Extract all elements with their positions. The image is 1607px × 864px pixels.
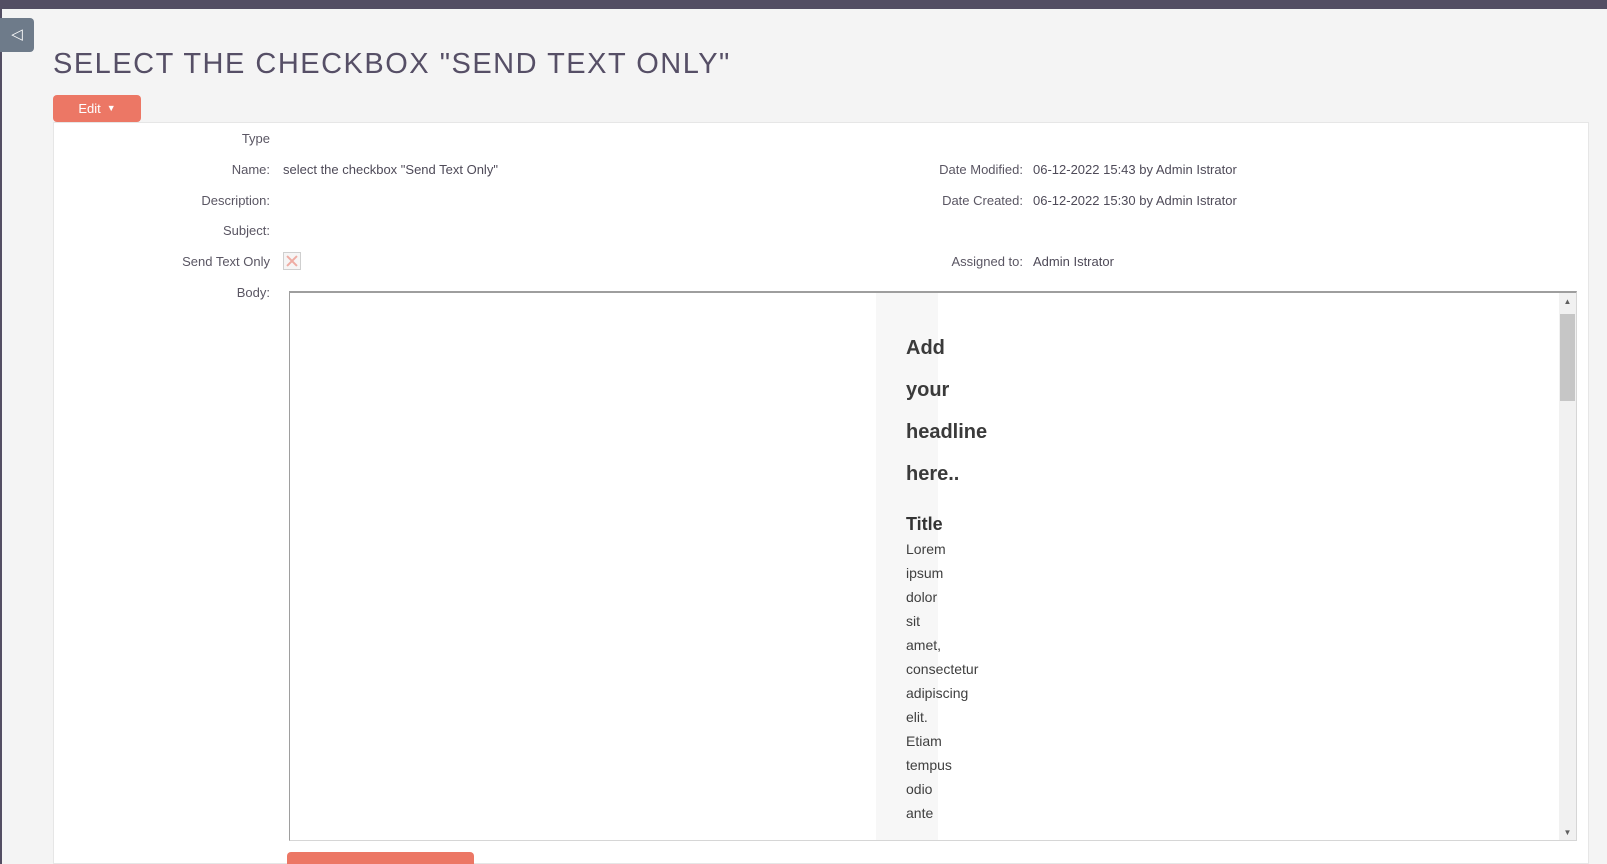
body-scrollbar[interactable]: ▲ ▼ — [1559, 293, 1576, 840]
field-value-name: select the checkbox "Send Text Only" — [283, 162, 498, 177]
field-label-body: Body: — [236, 285, 270, 300]
email-paragraph: Lorem ipsum dolor sit amet, consectetur … — [906, 537, 1166, 825]
field-label-send-text-only: Send Text Only — [182, 254, 270, 269]
field-value-date-created: 06-12-2022 15:30 by Admin Istrator — [1033, 193, 1237, 208]
field-label-type: Type — [241, 131, 270, 146]
back-icon: ◁ — [11, 26, 23, 43]
field-label-subject: Subject: — [223, 223, 270, 238]
scroll-up-icon[interactable]: ▲ — [1559, 293, 1576, 310]
field-label-name: Name: — [231, 162, 270, 177]
body-preview-frame: Add your headline here.. Title Lorem ips… — [289, 291, 1577, 841]
headline-word: your — [906, 379, 950, 401]
edit-button[interactable]: Edit ▼ — [53, 95, 141, 122]
field-value-assigned-to: Admin Istrator — [1033, 254, 1114, 269]
chevron-down-icon: ▼ — [106, 103, 116, 113]
paragraph-word: sit — [906, 613, 920, 629]
field-label-description: Description: — [201, 193, 270, 208]
field-value-date-modified: 06-12-2022 15:43 by Admin Istrator — [1033, 162, 1237, 177]
top-bar — [0, 0, 1607, 9]
paragraph-word: ipsum — [906, 565, 944, 581]
scrollbar-thumb[interactable] — [1560, 314, 1575, 401]
edit-button-label: Edit — [78, 101, 101, 116]
headline-word: headline — [906, 421, 988, 443]
bottom-action-button[interactable] — [287, 852, 474, 864]
paragraph-word: odio — [906, 781, 933, 797]
scroll-down-icon[interactable]: ▼ — [1559, 824, 1576, 840]
headline-word: Add — [906, 337, 945, 359]
field-label-date-modified: Date Modified: — [939, 162, 1023, 177]
field-label-date-created: Date Created: — [942, 193, 1023, 208]
paragraph-word: elit. — [906, 709, 928, 725]
paragraph-word: Etiam — [906, 733, 942, 749]
paragraph-word: ante — [906, 805, 934, 821]
headline-word: here.. — [906, 463, 960, 485]
left-edge-strip — [0, 0, 2, 864]
paragraph-word: dolor — [906, 589, 938, 605]
email-section-title: Title — [906, 514, 943, 534]
page-title: SELECT THE CHECKBOX "SEND TEXT ONLY" — [53, 48, 731, 80]
field-label-assigned-to: Assigned to: — [951, 254, 1023, 269]
send-text-only-checkbox[interactable] — [283, 252, 301, 270]
paragraph-word: adipiscing — [906, 685, 969, 701]
email-preview-content: Add your headline here.. Title Lorem ips… — [906, 327, 1166, 825]
paragraph-word: amet, — [906, 637, 942, 653]
back-button[interactable]: ◁ — [0, 18, 34, 52]
paragraph-word: consectetur — [906, 661, 979, 677]
paragraph-word: tempus — [906, 757, 952, 773]
paragraph-word: Lorem — [906, 541, 946, 557]
email-headline: Add your headline here.. — [906, 327, 1166, 495]
